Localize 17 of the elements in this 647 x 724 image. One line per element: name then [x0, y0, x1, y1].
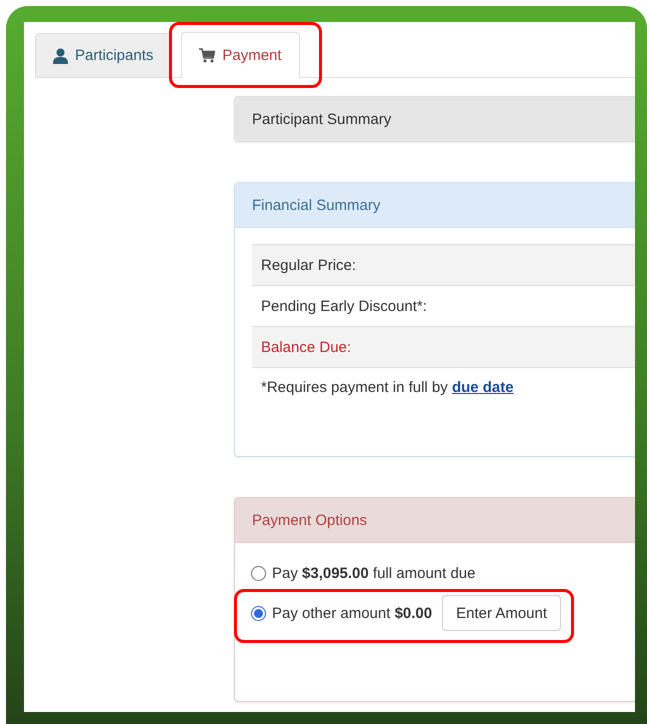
tab[interactable]: Payment: [181, 32, 300, 78]
cart-icon: [199, 48, 216, 63]
radio-button[interactable]: [251, 566, 266, 580]
due-date-link[interactable]: due date: [452, 379, 514, 396]
row-label: Balance Due:: [261, 338, 352, 356]
tab[interactable]: Participants: [35, 33, 172, 77]
note-text: *Requires payment in full by due date: [260, 378, 515, 396]
panel-title: Financial Summary: [252, 196, 380, 214]
enter-amount-button[interactable]: Enter Amount: [442, 595, 562, 631]
option-label: Pay other amount $0.00: [272, 604, 432, 622]
panel-title: Participant Summary: [252, 110, 392, 128]
radio-button[interactable]: [251, 606, 266, 620]
option-label: Pay $3,095.00 full amount due: [272, 564, 476, 582]
panel-title: Payment Options: [252, 512, 368, 528]
person-icon: [53, 48, 68, 64]
row-label: Regular Price:: [261, 256, 356, 274]
row-label: Pending Early Discount*:: [261, 298, 427, 314]
